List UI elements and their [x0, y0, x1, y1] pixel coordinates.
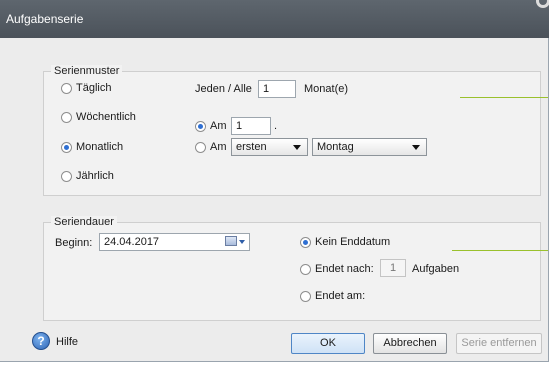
am-day-input[interactable]: 1	[231, 117, 271, 135]
recurrence-dialog: Aufgabenserie Serienmuster Täglich Wöche…	[0, 0, 549, 362]
am-day-label[interactable]: Am	[210, 120, 227, 132]
begin-label: Beginn:	[55, 237, 93, 249]
window-title: Aufgabenserie	[6, 12, 84, 26]
end-after-label[interactable]: Endet nach:	[315, 263, 374, 275]
radio-am-weekday[interactable]	[195, 142, 206, 153]
pattern-legend: Serienmuster	[51, 65, 123, 77]
callout-line-bottom	[452, 250, 548, 251]
help-icon[interactable]: ?	[32, 332, 50, 350]
radio-monthly[interactable]	[61, 142, 72, 153]
radio-yearly[interactable]	[61, 171, 72, 182]
begin-date-value: 24.04.2017	[104, 236, 160, 248]
ordinal-select[interactable]: ersten	[231, 138, 308, 156]
every-unit-label: Monat(e)	[304, 83, 349, 95]
chevron-down-icon	[412, 145, 420, 150]
radio-am-day[interactable]	[195, 121, 206, 132]
end-after-unit-label: Aufgaben	[412, 263, 460, 275]
radio-weekly-label[interactable]: Wöchentlich	[76, 111, 136, 123]
chevron-down-icon[interactable]	[239, 240, 245, 244]
weekday-select-value: Montag	[317, 141, 354, 153]
radio-end-after[interactable]	[300, 264, 311, 275]
every-interval-input[interactable]: 1	[258, 80, 296, 98]
help-label[interactable]: Hilfe	[56, 336, 78, 348]
calendar-icon[interactable]	[225, 236, 237, 246]
am-weekday-label[interactable]: Am	[210, 141, 227, 153]
duration-legend: Seriendauer	[51, 216, 117, 228]
cancel-button[interactable]: Abbrechen	[373, 333, 447, 354]
callout-line-top	[460, 97, 548, 98]
radio-end-on[interactable]	[300, 291, 311, 302]
every-label: Jeden / Alle	[195, 83, 252, 95]
chevron-down-icon	[293, 145, 301, 150]
no-end-label[interactable]: Kein Enddatum	[315, 236, 390, 248]
radio-weekly[interactable]	[61, 112, 72, 123]
ordinal-select-value: ersten	[236, 141, 267, 153]
radio-yearly-label[interactable]: Jährlich	[76, 170, 114, 182]
ok-button[interactable]: OK	[291, 333, 365, 354]
radio-monthly-label[interactable]: Monatlich	[76, 141, 123, 153]
am-day-suffix: .	[274, 120, 278, 132]
end-after-input[interactable]: 1	[380, 259, 406, 277]
remove-series-button[interactable]: Serie entfernen	[456, 333, 542, 354]
end-on-label[interactable]: Endet am:	[315, 290, 365, 302]
title-bar: Aufgabenserie	[0, 0, 549, 38]
radio-daily-label[interactable]: Täglich	[76, 82, 111, 94]
weekday-select[interactable]: Montag	[312, 138, 427, 156]
radio-no-end[interactable]	[300, 237, 311, 248]
radio-daily[interactable]	[61, 83, 72, 94]
